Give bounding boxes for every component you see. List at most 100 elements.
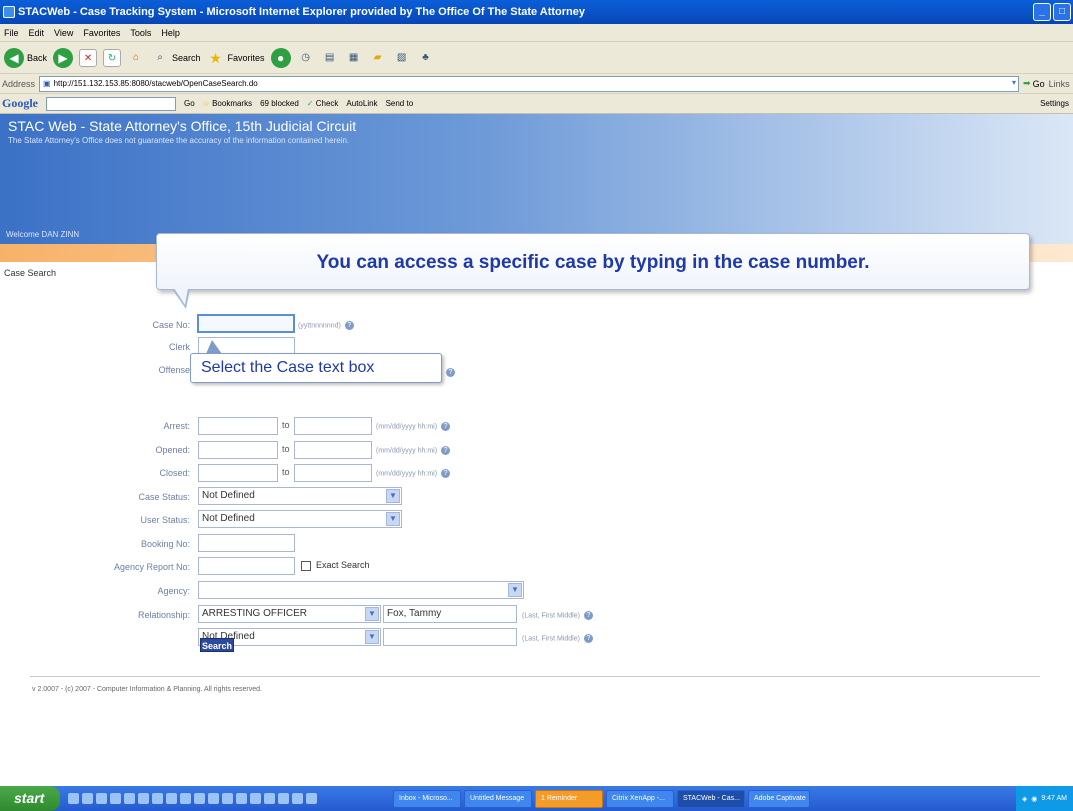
- help-icon[interactable]: ?: [441, 469, 451, 478]
- closed-from-input[interactable]: [198, 464, 278, 482]
- address-dropdown-icon[interactable]: ▾: [1012, 78, 1016, 87]
- task-stacweb[interactable]: STACWeb - Cas...: [677, 789, 745, 808]
- quick-launch-icon[interactable]: [292, 793, 303, 804]
- quick-launch-icon[interactable]: [138, 793, 149, 804]
- page-content: STAC Web - State Attorney's Office, 15th…: [0, 114, 1073, 786]
- relationship2-name-input[interactable]: [383, 628, 517, 646]
- chevron-down-icon: ▼: [365, 630, 379, 644]
- help-icon[interactable]: ?: [441, 446, 451, 455]
- media-icon[interactable]: ●: [270, 47, 291, 68]
- task-citrix[interactable]: Citrix XenApp -...: [606, 789, 674, 808]
- quick-launch-icon[interactable]: [222, 793, 233, 804]
- quick-launch-icon[interactable]: [306, 793, 317, 804]
- folder-icon[interactable]: ▰: [369, 49, 387, 67]
- task-untitled-message[interactable]: Untitled Message: [464, 789, 532, 808]
- task-reminder[interactable]: 1 Reminder: [535, 789, 603, 808]
- search-button[interactable]: ⌕ Search: [151, 49, 200, 67]
- quick-launch-icon[interactable]: [250, 793, 261, 804]
- arrest-from-input[interactable]: [198, 417, 278, 435]
- edit-icon[interactable]: ▦: [345, 49, 363, 67]
- address-field[interactable]: ▣ http://151.132.153.85:8080/stacweb/Ope…: [39, 75, 1020, 92]
- start-button[interactable]: start: [0, 786, 60, 811]
- menu-file[interactable]: File: [4, 24, 19, 41]
- google-go-button[interactable]: Go: [184, 99, 195, 108]
- popup-blocked-button[interactable]: 69 blocked: [260, 99, 299, 108]
- settings-button[interactable]: Settings: [1040, 99, 1073, 108]
- agency-report-input[interactable]: [198, 557, 295, 575]
- back-button[interactable]: ◀ Back: [4, 47, 47, 68]
- menu-tools[interactable]: Tools: [130, 24, 151, 41]
- help-icon[interactable]: ?: [583, 634, 593, 643]
- user-status-select[interactable]: Not Defined ▼: [198, 510, 402, 528]
- booking-input[interactable]: [198, 534, 295, 552]
- nav-case-search[interactable]: Case Search: [4, 268, 56, 278]
- task-adobe-captivate[interactable]: Adobe Captivate: [748, 789, 810, 808]
- instruction-callout: You can access a specific case by typing…: [156, 233, 1030, 290]
- quick-launch: [60, 793, 390, 804]
- help-icon[interactable]: ?: [446, 368, 455, 377]
- refresh-icon[interactable]: ↻: [103, 48, 122, 67]
- research-icon[interactable]: ▧: [393, 49, 411, 67]
- help-icon[interactable]: ?: [583, 611, 593, 620]
- menu-favorites[interactable]: Favorites: [83, 24, 120, 41]
- favorites-button[interactable]: ★ Favorites: [207, 49, 264, 67]
- stop-icon[interactable]: ✕: [79, 48, 98, 67]
- check-button[interactable]: ✓ Check: [307, 99, 339, 108]
- closed-to-input[interactable]: [294, 464, 372, 482]
- quick-launch-icon[interactable]: [82, 793, 93, 804]
- relationship1-name-input[interactable]: Fox, Tammy: [383, 605, 517, 623]
- exact-search-checkbox[interactable]: [301, 561, 311, 571]
- messenger-icon[interactable]: ♣: [417, 49, 435, 67]
- sendto-button[interactable]: Send to: [386, 99, 414, 108]
- exact-search-label: Exact Search: [316, 560, 370, 570]
- case-no-format: (yyttnnnnnnd) ?: [298, 321, 354, 330]
- quick-launch-icon[interactable]: [110, 793, 121, 804]
- check-icon: ✓: [306, 99, 314, 108]
- tray-icon[interactable]: ◈: [1022, 795, 1027, 803]
- history-icon[interactable]: ◷: [297, 49, 315, 67]
- menu-help[interactable]: Help: [161, 24, 180, 41]
- search-submit-button[interactable]: Search: [200, 638, 234, 652]
- print-icon[interactable]: ▤: [321, 49, 339, 67]
- quick-launch-icon[interactable]: [152, 793, 163, 804]
- quick-launch-icon[interactable]: [264, 793, 275, 804]
- quick-launch-icon[interactable]: [236, 793, 247, 804]
- arrest-format: (mm/dd/yyyy hh:mi) ?: [376, 422, 451, 431]
- task-inbox[interactable]: Inbox - Microso...: [393, 789, 461, 808]
- quick-launch-icon[interactable]: [208, 793, 219, 804]
- google-search-input[interactable]: [46, 96, 176, 111]
- quick-launch-icon[interactable]: [166, 793, 177, 804]
- help-icon[interactable]: ?: [441, 422, 451, 431]
- maximize-button[interactable]: □: [1053, 3, 1071, 21]
- quick-launch-icon[interactable]: [194, 793, 205, 804]
- agency-report-label: Agency Report No:: [113, 562, 190, 572]
- quick-launch-icon[interactable]: [68, 793, 79, 804]
- browser-toolbar: ◀ Back ▶ ✕ ↻ ⌂ ⌕ Search ★ Favorites ● ◷ …: [0, 42, 1073, 74]
- opened-from-input[interactable]: [198, 441, 278, 459]
- menu-view[interactable]: View: [54, 24, 73, 41]
- quick-launch-icon[interactable]: [124, 793, 135, 804]
- tray-icon[interactable]: ◉: [1031, 795, 1037, 803]
- bookmarks-button[interactable]: ☆ Bookmarks: [203, 99, 252, 108]
- autolink-button[interactable]: AutoLink: [346, 99, 377, 108]
- google-logo[interactable]: Google: [2, 96, 38, 111]
- menu-edit[interactable]: Edit: [29, 24, 45, 41]
- help-icon[interactable]: ?: [344, 321, 354, 330]
- relationship1-select[interactable]: ARRESTING OFFICER ▼: [198, 605, 381, 623]
- address-url: http://151.132.153.85:8080/stacweb/OpenC…: [53, 79, 258, 88]
- home-icon[interactable]: ⌂: [127, 49, 145, 67]
- quick-launch-icon[interactable]: [278, 793, 289, 804]
- arrest-to-input[interactable]: [294, 417, 372, 435]
- links-label[interactable]: Links: [1049, 79, 1070, 89]
- case-status-select[interactable]: Not Defined ▼: [198, 487, 402, 505]
- quick-launch-icon[interactable]: [180, 793, 191, 804]
- google-toolbar: Google Go ☆ Bookmarks 69 blocked ✓ Check…: [0, 94, 1073, 114]
- search-icon: ⌕: [157, 51, 163, 63]
- go-button[interactable]: ➡ Go: [1023, 78, 1045, 89]
- quick-launch-icon[interactable]: [96, 793, 107, 804]
- forward-button[interactable]: ▶: [53, 47, 74, 68]
- opened-to-input[interactable]: [294, 441, 372, 459]
- agency-select[interactable]: ▼: [198, 581, 524, 599]
- minimize-button[interactable]: _: [1033, 3, 1051, 21]
- page-icon: ▣: [43, 79, 51, 88]
